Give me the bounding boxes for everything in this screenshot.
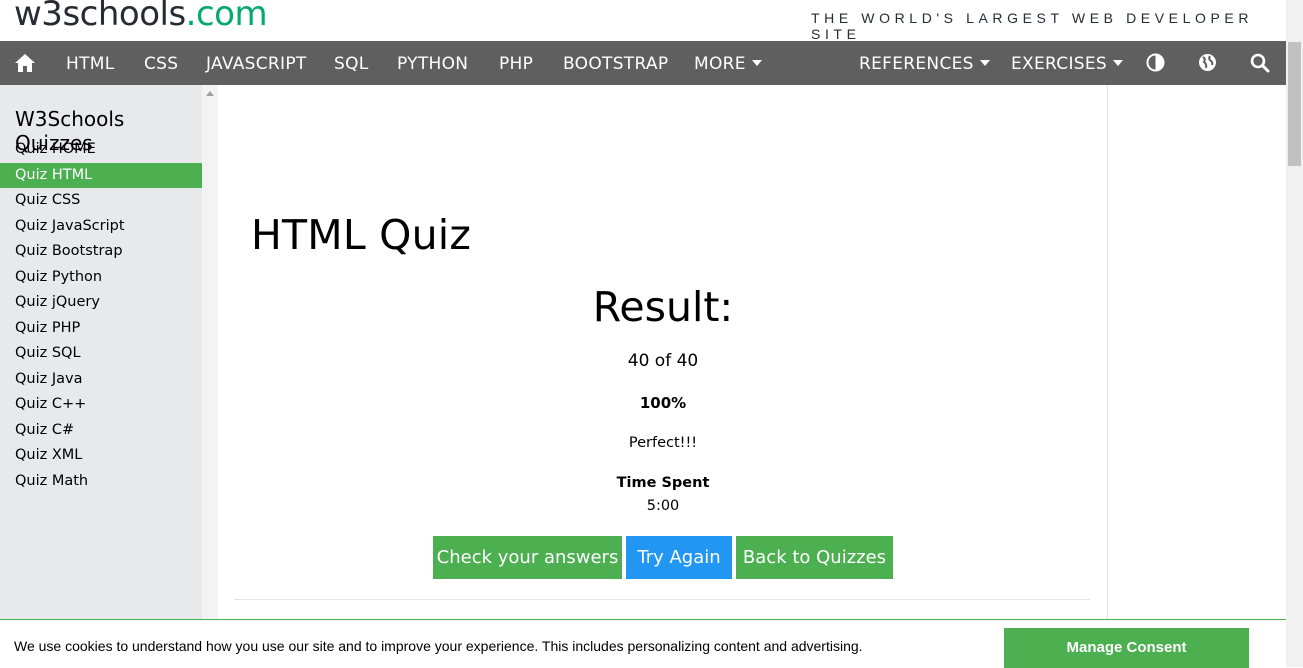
logo-domain: .com	[185, 0, 268, 34]
site-tagline: THE WORLD'S LARGEST WEB DEVELOPER SITE	[811, 10, 1254, 42]
scrollbar-thumb[interactable]	[1288, 42, 1301, 166]
nav-html[interactable]: HTML	[66, 41, 115, 85]
nav-more-dropdown[interactable]: MORE	[694, 41, 762, 85]
sidebar-menu: Quiz HOME Quiz HTML Quiz CSS Quiz JavaSc…	[0, 137, 202, 494]
nav-sql[interactable]: SQL	[334, 41, 369, 85]
w3schools-logo[interactable]: w3schools.com	[14, 0, 268, 34]
nav-css[interactable]: CSS	[144, 41, 178, 85]
sidebar-item-quiz-cpp[interactable]: Quiz C++	[0, 392, 202, 418]
sidebar-item-quiz-python[interactable]: Quiz Python	[0, 265, 202, 291]
result-message: Perfect!!!	[628, 435, 698, 451]
score-percent: 100%	[639, 394, 687, 412]
search-icon[interactable]	[1250, 53, 1270, 73]
nav-more-label: MORE	[694, 54, 746, 74]
sidebar-scrollbar[interactable]	[202, 85, 218, 667]
nav-exercises-label: EXERCISES	[1011, 54, 1108, 74]
nav-references-label: REFERENCES	[859, 54, 974, 74]
check-answers-button[interactable]: Check your answers	[433, 536, 622, 579]
logo-text: w3schools	[14, 0, 186, 34]
sidebar-item-quiz-xml[interactable]: Quiz XML	[0, 443, 202, 469]
time-spent-value: 5:00	[646, 498, 680, 514]
back-to-quizzes-button[interactable]: Back to Quizzes	[736, 536, 893, 579]
sidebar-item-quiz-bootstrap[interactable]: Quiz Bootstrap	[0, 239, 202, 265]
result-heading: Result:	[592, 283, 734, 331]
cookie-text: We use cookies to understand how you use…	[14, 638, 863, 654]
page-title: HTML Quiz	[251, 211, 472, 259]
nav-javascript[interactable]: JAVASCRIPT	[206, 41, 307, 85]
home-icon[interactable]	[14, 53, 36, 75]
sidebar-item-quiz-javascript[interactable]: Quiz JavaScript	[0, 214, 202, 240]
sidebar-item-quiz-php[interactable]: Quiz PHP	[0, 316, 202, 342]
right-column-divider	[1107, 85, 1108, 667]
nav-exercises-dropdown[interactable]: EXERCISES	[1011, 41, 1124, 85]
time-spent-label: Time Spent	[616, 475, 710, 491]
caret-down-icon	[1113, 60, 1124, 66]
score-text: 40 of 40	[627, 351, 699, 371]
sidebar-item-quiz-html[interactable]: Quiz HTML	[0, 162, 202, 188]
manage-consent-button[interactable]: Manage Consent	[1004, 628, 1249, 668]
sidebar-item-quiz-jquery[interactable]: Quiz jQuery	[0, 290, 202, 316]
sidebar-item-quiz-css[interactable]: Quiz CSS	[0, 188, 202, 214]
page-scrollbar[interactable]	[1286, 0, 1303, 667]
nav-php[interactable]: PHP	[499, 41, 533, 85]
contrast-icon[interactable]	[1146, 53, 1165, 73]
top-navigation: HTML CSS JAVASCRIPT SQL PYTHON PHP BOOTS…	[0, 41, 1286, 85]
sidebar-item-quiz-sql[interactable]: Quiz SQL	[0, 341, 202, 367]
nav-python[interactable]: PYTHON	[397, 41, 468, 85]
sidebar-item-quiz-csharp[interactable]: Quiz C#	[0, 418, 202, 444]
scroll-up-icon[interactable]	[206, 91, 214, 96]
main-content: HTML Quiz Result: 40 of 40 100% Perfect!…	[218, 85, 1108, 667]
caret-down-icon	[979, 60, 990, 66]
nav-references-dropdown[interactable]: REFERENCES	[859, 41, 990, 85]
sidebar-item-quiz-math[interactable]: Quiz Math	[0, 469, 202, 495]
cookie-banner: We use cookies to understand how you use…	[0, 619, 1286, 668]
caret-down-icon	[751, 60, 762, 66]
quiz-sidebar: W3Schools Quizzes Quiz HOME Quiz HTML Qu…	[0, 85, 202, 667]
content-divider	[234, 599, 1090, 600]
sidebar-item-quiz-home[interactable]: Quiz HOME	[0, 137, 202, 163]
try-again-button[interactable]: Try Again	[626, 536, 732, 579]
nav-bootstrap[interactable]: BOOTSTRAP	[563, 41, 668, 85]
sidebar-item-quiz-java[interactable]: Quiz Java	[0, 367, 202, 393]
globe-icon[interactable]	[1198, 53, 1217, 73]
